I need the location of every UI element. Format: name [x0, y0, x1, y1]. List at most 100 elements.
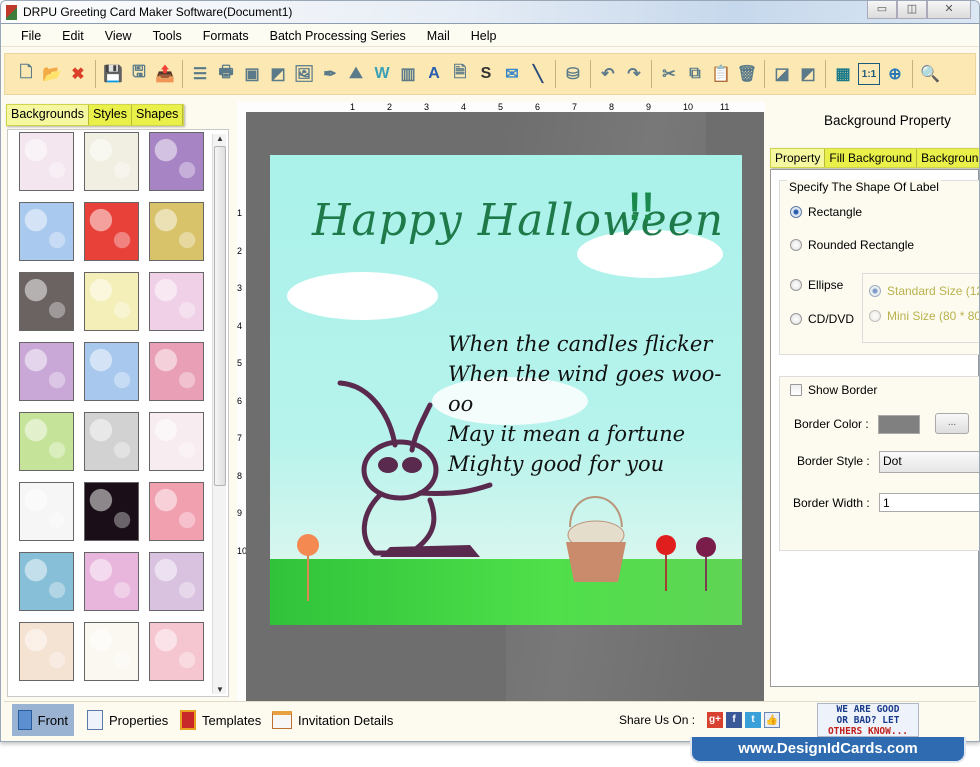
minimize-button[interactable]: ▭ — [867, 1, 897, 19]
scroll-up-icon[interactable]: ▲ — [213, 134, 227, 143]
new-icon[interactable]: 🗋 — [15, 63, 37, 85]
radio-ellipse[interactable]: Ellipse — [790, 278, 843, 292]
undo-icon[interactable]: ↶ — [597, 63, 619, 85]
save-as-icon[interactable]: 🖫 — [128, 63, 150, 85]
restore-button[interactable]: ◫ — [897, 1, 927, 19]
zoom-in-icon[interactable]: 🔍 — [919, 63, 941, 85]
thumbnail-green-hearts[interactable] — [19, 482, 74, 541]
thumbnail-gift-boxes[interactable] — [149, 272, 204, 331]
open-icon[interactable]: 📂 — [41, 63, 63, 85]
thumbnail-pink-bubbles[interactable] — [84, 552, 139, 611]
actual-size-icon[interactable]: 1:1 — [858, 63, 880, 85]
copy-icon[interactable]: ⧉ — [684, 63, 706, 85]
tab-properties[interactable]: Properties — [81, 704, 174, 736]
tab-background[interactable]: Background — [917, 149, 979, 167]
delete-icon[interactable]: 🗑 — [736, 63, 758, 85]
fit-window-icon[interactable]: ⊕ — [884, 63, 906, 85]
menu-tools[interactable]: Tools — [153, 29, 182, 43]
image-icon[interactable]: ⛰ — [345, 63, 367, 85]
border-color-swatch[interactable] — [878, 415, 920, 434]
radio-rounded-rectangle[interactable]: Rounded Rectangle — [790, 238, 914, 252]
greeting-card[interactable]: Happy Halloween !! When the candles flic… — [270, 155, 742, 625]
thumbnail-baby-sketch[interactable] — [84, 132, 139, 191]
scrollbar-thumb[interactable] — [214, 146, 226, 486]
tab-templates[interactable]: Templates — [174, 704, 267, 736]
menu-formats[interactable]: Formats — [203, 29, 249, 43]
layers-icon[interactable]: ▣ — [241, 63, 263, 85]
thumbnail-pink-dresses[interactable] — [149, 622, 204, 681]
menu-file[interactable]: File — [21, 29, 41, 43]
show-border-checkbox[interactable]: Show Border — [790, 383, 877, 397]
thumbnail-fireworks[interactable] — [84, 482, 139, 541]
thumbnail-kids-doodles[interactable] — [149, 412, 204, 471]
border-style-select[interactable]: Dot — [879, 451, 979, 473]
thumbnail-white-heart[interactable] — [84, 412, 139, 471]
cloud-shape[interactable] — [290, 275, 435, 317]
menu-help[interactable]: Help — [471, 29, 497, 43]
feedback-banner[interactable]: WE ARE GOOD OR BAD? LET OTHERS KNOW... — [817, 703, 919, 737]
save-icon[interactable]: 💾 — [102, 63, 124, 85]
text-icon[interactable]: A — [423, 63, 445, 85]
redo-icon[interactable]: ↷ — [623, 63, 645, 85]
thumbnail-green-trees[interactable] — [19, 412, 74, 471]
insert-image-icon[interactable]: 🖼 — [293, 63, 315, 85]
text-box-icon[interactable]: 🗎 — [449, 63, 471, 85]
tab-fill-background[interactable]: Fill Background — [825, 149, 918, 167]
border-width-input[interactable]: 1 — [879, 493, 979, 512]
thumbnail-teddy-bear[interactable] — [84, 622, 139, 681]
crop-icon[interactable]: ◩ — [267, 63, 289, 85]
close-doc-icon[interactable]: ✖ — [67, 63, 89, 85]
signature-icon[interactable]: S — [475, 63, 497, 85]
bunny-clipart[interactable] — [320, 375, 500, 565]
thumbnail-christmas-santa[interactable] — [19, 552, 74, 611]
gallery-scrollbar[interactable]: ▲ ▼ — [212, 134, 226, 694]
tab-property[interactable]: Property — [771, 149, 826, 167]
card-headline[interactable]: Happy Halloween — [312, 195, 724, 246]
facebook-icon[interactable]: f — [726, 712, 742, 728]
close-button[interactable]: ✕ — [927, 1, 971, 19]
properties-icon[interactable]: ☰ — [189, 63, 211, 85]
send-back-icon[interactable]: ◩ — [797, 63, 819, 85]
thumbnail-pastel-flowers[interactable] — [19, 342, 74, 401]
export-icon[interactable]: 📤 — [154, 63, 176, 85]
thumbnail-dark-hearts[interactable] — [19, 272, 74, 331]
thumbnail-pastel-stripes[interactable] — [19, 622, 74, 681]
thumbnail-blue-snowflakes[interactable] — [84, 342, 139, 401]
tab-invitation-details[interactable]: Invitation Details — [266, 704, 399, 736]
google-plus-icon[interactable]: g+ — [707, 712, 723, 728]
like-icon[interactable]: 👍 — [764, 712, 780, 728]
thumbnail-pink-butterflies[interactable] — [149, 552, 204, 611]
database-icon[interactable]: ⛁ — [562, 63, 584, 85]
menu-mail[interactable]: Mail — [427, 29, 450, 43]
radio-cd-dvd[interactable]: CD/DVD — [790, 312, 854, 326]
pen-icon[interactable]: ✒ — [319, 63, 341, 85]
line-icon[interactable]: ╲ — [527, 63, 549, 85]
card-exclamation[interactable]: !! — [628, 185, 655, 230]
menu-batch-processing[interactable]: Batch Processing Series — [270, 29, 406, 43]
thumbnail-baby-pastel[interactable] — [19, 132, 74, 191]
thumbnail-blue-sky-clouds[interactable] — [19, 202, 74, 261]
watermark-icon[interactable]: W — [371, 63, 393, 85]
print-icon[interactable]: 🖶 — [215, 63, 237, 85]
thumbnail-strawberries[interactable] — [84, 202, 139, 261]
tab-styles[interactable]: Styles — [89, 105, 133, 125]
barcode-icon[interactable]: ▥ — [397, 63, 419, 85]
mail-icon[interactable]: ✉ — [501, 63, 523, 85]
menu-view[interactable]: View — [105, 29, 132, 43]
border-color-browse-button[interactable]: ... — [935, 413, 969, 434]
tab-front[interactable]: Front — [12, 704, 74, 736]
thumbnail-colorful-dots[interactable] — [84, 272, 139, 331]
thumbnail-red-hearts[interactable] — [149, 482, 204, 541]
thumbnail-autumn-leaves[interactable] — [149, 202, 204, 261]
design-canvas[interactable]: Happy Halloween !! When the candles flic… — [246, 112, 764, 702]
radio-mini-size[interactable]: Mini Size (80 * 80) — [869, 309, 979, 323]
tab-backgrounds[interactable]: Backgrounds — [7, 105, 89, 125]
twitter-icon[interactable]: t — [745, 712, 761, 728]
tab-shapes[interactable]: Shapes — [132, 105, 184, 125]
paste-icon[interactable]: 📋 — [710, 63, 732, 85]
website-banner[interactable]: www.DesignIdCards.com — [690, 737, 966, 763]
thumbnail-purple-flowers[interactable] — [149, 132, 204, 191]
radio-standard-size[interactable]: Standard Size (120 — [869, 284, 979, 298]
cut-icon[interactable]: ✂ — [658, 63, 680, 85]
bring-front-icon[interactable]: ◪ — [771, 63, 793, 85]
